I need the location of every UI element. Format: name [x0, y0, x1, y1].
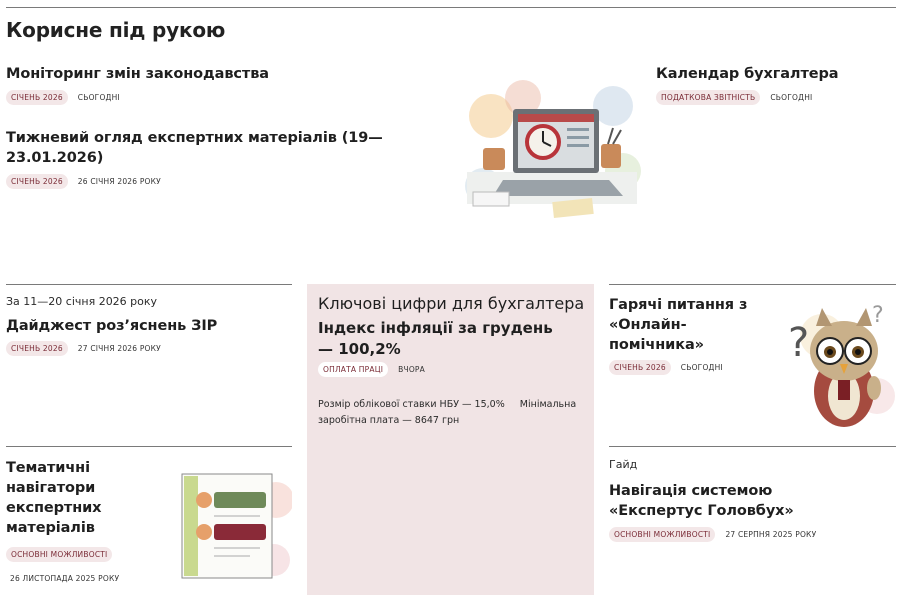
- tag-badge[interactable]: Січень 2026: [6, 90, 68, 105]
- tag-badge[interactable]: Податкова звітність: [656, 90, 761, 105]
- article-date: Сьогодні: [680, 363, 723, 372]
- article-date: Сьогодні: [77, 93, 120, 102]
- article-meta: Січень 2026 Сьогодні: [6, 90, 446, 105]
- svg-text:?: ?: [872, 303, 884, 328]
- article-navigators[interactable]: Тематичні навігатори експертних матеріал…: [6, 458, 166, 583]
- article-hot-questions[interactable]: Гарячі питання з «Онлайн-помічника» Січе…: [609, 295, 749, 375]
- article-title[interactable]: Моніторинг змін законодавства: [6, 64, 446, 84]
- article-title[interactable]: Календар бухгалтера: [656, 64, 896, 84]
- date-wrap: 26 листопада 2025 року: [10, 566, 119, 585]
- owl-question-illustration-icon: ? ?: [782, 296, 896, 432]
- article-digest[interactable]: За 11—20 січня 2026 року Дайджест роз’яс…: [6, 295, 292, 356]
- divider: [6, 446, 292, 447]
- article-title[interactable]: Індекс інфляції за грудень — 100,2%: [318, 318, 568, 359]
- article-title[interactable]: Тижневий огляд експертних матеріалів (19…: [6, 128, 456, 168]
- article-title[interactable]: Дайджест роз’яснень ЗІР: [6, 316, 292, 336]
- divider: [609, 284, 896, 285]
- article-date: 26 листопада 2025 року: [10, 574, 120, 583]
- fact-item: Розмір облікової ставки НБУ — 15,0%: [318, 399, 505, 410]
- article-date: 27 січня 2026 року: [77, 344, 161, 353]
- article-date: 26 січня 2026 року: [77, 177, 161, 186]
- tag-badge-wrap: Основні можливості: [6, 542, 113, 562]
- article-monitoring[interactable]: Моніторинг змін законодавства Січень 202…: [6, 64, 446, 105]
- article-kicker: Ключові цифри для бухгалтера: [318, 294, 585, 313]
- article-meta: Податкова звітність Сьогодні: [656, 90, 896, 105]
- svg-text:?: ?: [788, 320, 809, 366]
- article-date: Вчора: [398, 365, 425, 374]
- divider: [609, 446, 896, 447]
- article-meta: Січень 2026 26 січня 2026 року: [6, 174, 456, 189]
- tag-badge[interactable]: Січень 2026: [6, 174, 68, 189]
- article-title[interactable]: Тематичні навігатори експертних матеріал…: [6, 458, 166, 538]
- key-figures-card[interactable]: Ключові цифри для бухгалтера Індекс інфл…: [307, 284, 594, 595]
- section-title: Корисне під рукою: [6, 18, 226, 42]
- article-meta: Січень 2026 27 січня 2026 року: [6, 341, 292, 356]
- article-calendar[interactable]: Календар бухгалтера Податкова звітність …: [656, 64, 896, 105]
- article-meta: Оплата праці Вчора: [318, 362, 425, 377]
- article-title[interactable]: Навігація системою «Експертус Головбух»: [609, 481, 809, 521]
- tag-badge[interactable]: Основні можливості: [6, 547, 113, 562]
- laptop-clock-illustration-icon: [463, 76, 643, 226]
- article-weekly[interactable]: Тижневий огляд експертних матеріалів (19…: [6, 128, 456, 189]
- top-divider: [6, 7, 896, 8]
- tag-badge[interactable]: Оплата праці: [318, 362, 389, 377]
- article-meta: Основні можливості 27 серпня 2025 року: [609, 527, 896, 542]
- article-guide[interactable]: Гайд Навігація системою «Експертус Голов…: [609, 458, 896, 542]
- article-kicker: Гайд: [609, 458, 638, 471]
- article-date: Сьогодні: [770, 93, 813, 102]
- article-title[interactable]: Гарячі питання з «Онлайн-помічника»: [609, 295, 749, 355]
- article-meta: Січень 2026 Сьогодні: [609, 360, 749, 375]
- navigator-panel-illustration-icon: [180, 470, 294, 582]
- article-date: 27 серпня 2025 року: [725, 530, 817, 539]
- key-facts: Розмір облікової ставки НБУ — 15,0% Міні…: [318, 397, 588, 429]
- divider: [6, 284, 292, 285]
- article-kicker: За 11—20 січня 2026 року: [6, 295, 158, 308]
- tag-badge[interactable]: Основні можливості: [609, 527, 716, 542]
- tag-badge[interactable]: Січень 2026: [6, 341, 68, 356]
- tag-badge[interactable]: Січень 2026: [609, 360, 671, 375]
